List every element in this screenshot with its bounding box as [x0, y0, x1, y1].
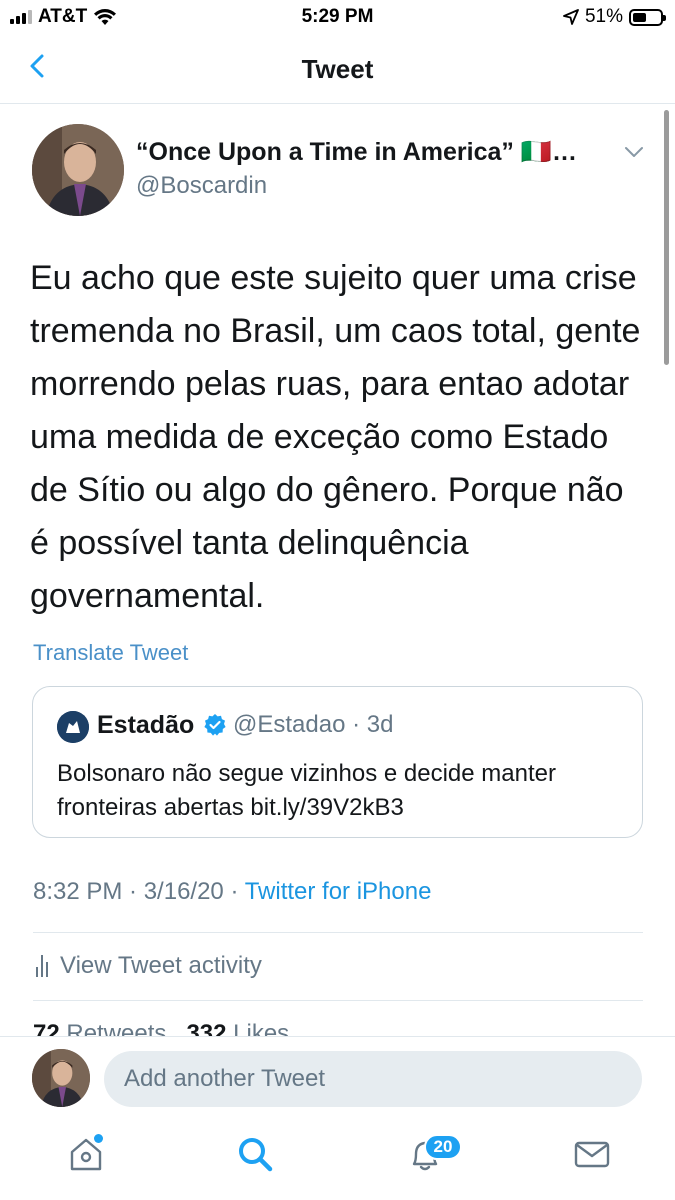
- timestamp-text: 8:32 PM · 3/16/20 ·: [33, 878, 245, 905]
- activity-label: View Tweet activity: [60, 952, 262, 979]
- battery-icon: [629, 8, 666, 26]
- location-icon: [563, 9, 579, 25]
- battery-percent: 51%: [584, 6, 623, 27]
- nav-header: Tweet: [0, 38, 675, 104]
- home-unread-dot: [94, 1134, 103, 1143]
- verified-badge-icon: [204, 714, 226, 736]
- quoted-tweet-card[interactable]: Estadão @Estadao · 3d Bolsonaro não segu…: [32, 686, 643, 838]
- avatar[interactable]: [32, 124, 124, 216]
- avatar[interactable]: [32, 1049, 90, 1107]
- notifications-badge: 20: [424, 1134, 462, 1160]
- author-handle[interactable]: @Boscardin: [136, 172, 267, 200]
- quote-author-name: Estadão: [97, 711, 195, 739]
- search-icon[interactable]: [235, 1134, 275, 1174]
- scrollbar[interactable]: [664, 110, 669, 365]
- tweet-text: Eu acho que este sujeito quer uma crise …: [30, 259, 641, 615]
- author-name[interactable]: “Once Upon a Time in America” 🇮🇹…: [136, 138, 577, 167]
- messages-icon[interactable]: [572, 1134, 612, 1174]
- divider: [33, 932, 643, 933]
- reply-bar: [0, 1036, 675, 1116]
- quote-text: Bolsonaro não segue vizinhos e decide ma…: [57, 760, 556, 821]
- activity-chart-icon: [36, 955, 48, 977]
- chevron-down-icon[interactable]: [622, 142, 646, 162]
- tweet-timestamp: 8:32 PM · 3/16/20 · Twitter for iPhone: [33, 878, 431, 906]
- tab-bar: [0, 1116, 675, 1200]
- add-tweet-input[interactable]: [104, 1051, 642, 1107]
- view-tweet-activity[interactable]: View Tweet activity: [36, 952, 262, 980]
- translate-tweet-link[interactable]: Translate Tweet: [33, 640, 188, 666]
- quote-handle-time: @Estadao · 3d: [233, 711, 394, 738]
- quote-avatar: [57, 711, 89, 743]
- tweet-source-link[interactable]: Twitter for iPhone: [245, 878, 432, 905]
- page-title: Tweet: [301, 54, 374, 84]
- status-bar: AT&T 5:29 PM 51%: [0, 0, 675, 36]
- divider: [33, 1000, 643, 1001]
